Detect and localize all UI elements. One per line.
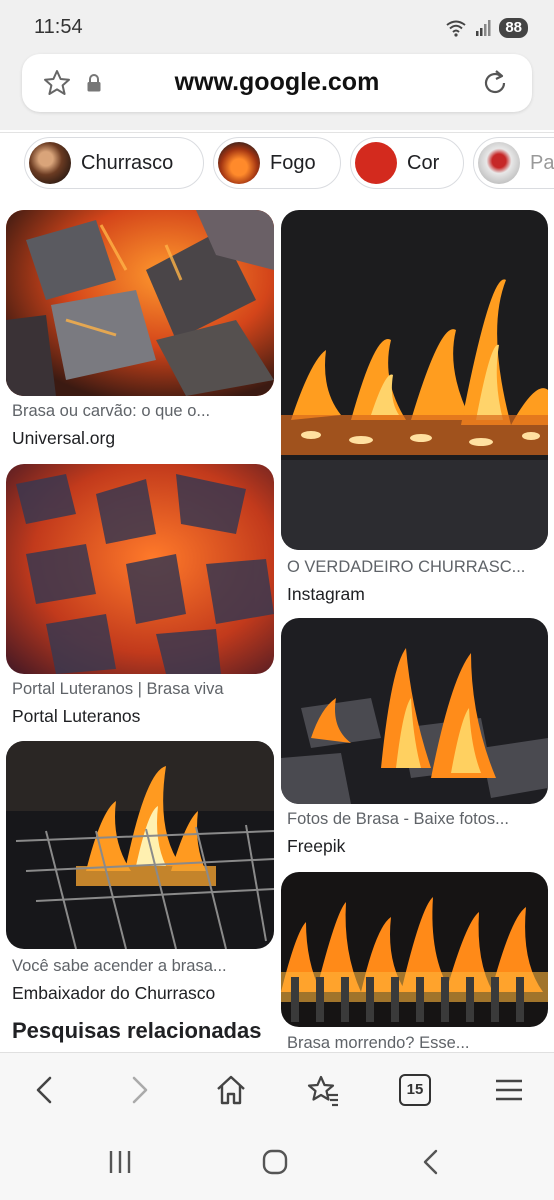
system-navigation-bar [0, 1126, 554, 1200]
result-image-charcoal[interactable] [6, 210, 274, 396]
signal-icon [476, 20, 491, 36]
result-title[interactable]: Você sabe acender a brasa... [12, 957, 268, 976]
chip-label: Churrasco [81, 151, 174, 174]
wifi-icon [446, 20, 466, 37]
result-source: Embaixador do Churrasco [12, 983, 216, 1003]
battery-level: 88 [499, 18, 528, 38]
chip-partial[interactable]: Pa [473, 137, 554, 189]
back-arrow-icon[interactable] [28, 1073, 62, 1107]
result-title[interactable]: O VERDADEIRO CHURRASC... [287, 558, 539, 577]
chip-cor[interactable]: Cor [350, 137, 464, 189]
status-time: 11:54 [34, 16, 83, 38]
browser-toolbar: 15 [0, 1052, 554, 1127]
result-title[interactable]: Fotos de Brasa - Baixe fotos... [287, 810, 543, 829]
menu-icon[interactable] [492, 1073, 526, 1107]
forward-arrow-icon[interactable] [122, 1073, 156, 1107]
tabs-count-button[interactable]: 15 [399, 1074, 431, 1106]
chip-churrasco-thumbnail [29, 142, 71, 184]
image-result-card[interactable]: Brasa morrendo? Esse... [281, 872, 548, 1052]
chip-fogo-thumbnail [218, 142, 260, 184]
image-result-card[interactable]: Portal Luteranos | Brasa viva Portal Lut… [6, 464, 274, 730]
home-icon[interactable] [214, 1073, 248, 1107]
result-image-grill[interactable] [6, 741, 274, 949]
bookmarks-star-icon[interactable] [306, 1073, 340, 1107]
url-text[interactable]: www.google.com [22, 68, 532, 97]
image-results-grid: Brasa ou carvão: o que o... Universal.or… [0, 200, 554, 1052]
chip-fogo[interactable]: Fogo [213, 137, 341, 189]
chip-label: Pa [530, 151, 554, 174]
image-result-card[interactable]: Fotos de Brasa - Baixe fotos... Freepik [281, 618, 548, 860]
browser-header: www.google.com [0, 54, 554, 130]
result-source: Freepik [287, 836, 346, 856]
status-icons: 88 [445, 18, 528, 38]
result-source: Portal Luteranos [12, 706, 141, 726]
back-nav-icon[interactable] [418, 1148, 446, 1176]
home-nav-icon[interactable] [261, 1148, 289, 1176]
result-title[interactable]: Brasa morrendo? Esse... [287, 1034, 543, 1052]
image-result-card[interactable]: Brasa ou carvão: o que o... Universal.or… [6, 210, 274, 450]
chip-partial-thumbnail [478, 142, 520, 184]
reload-icon[interactable] [480, 68, 510, 98]
status-bar: 11:54 88 [0, 0, 554, 54]
chip-cor-thumbnail [355, 142, 397, 184]
address-bar[interactable]: www.google.com [22, 54, 532, 112]
result-image-embers[interactable] [6, 464, 274, 674]
result-image-campfire[interactable] [281, 618, 548, 804]
result-image-grill-flames[interactable] [281, 872, 548, 1027]
related-chips: Churrasco Fogo Cor Pa [0, 132, 554, 199]
chip-churrasco[interactable]: Churrasco [24, 137, 204, 189]
recent-apps-icon[interactable] [106, 1148, 134, 1176]
image-result-card[interactable]: Você sabe acender a brasa... Embaixador … [6, 741, 274, 1005]
chip-label: Fogo [270, 151, 316, 174]
result-source: Instagram [287, 584, 365, 604]
result-title[interactable]: Portal Luteranos | Brasa viva [12, 680, 268, 699]
result-title[interactable]: Brasa ou carvão: o que o... [12, 402, 262, 421]
chip-label: Cor [407, 151, 440, 174]
result-image-flames-tall[interactable] [281, 210, 548, 550]
image-result-card[interactable]: O VERDADEIRO CHURRASC... Instagram [281, 210, 548, 606]
related-searches-heading: Pesquisas relacionadas [12, 1018, 262, 1043]
result-source: Universal.org [12, 428, 116, 448]
